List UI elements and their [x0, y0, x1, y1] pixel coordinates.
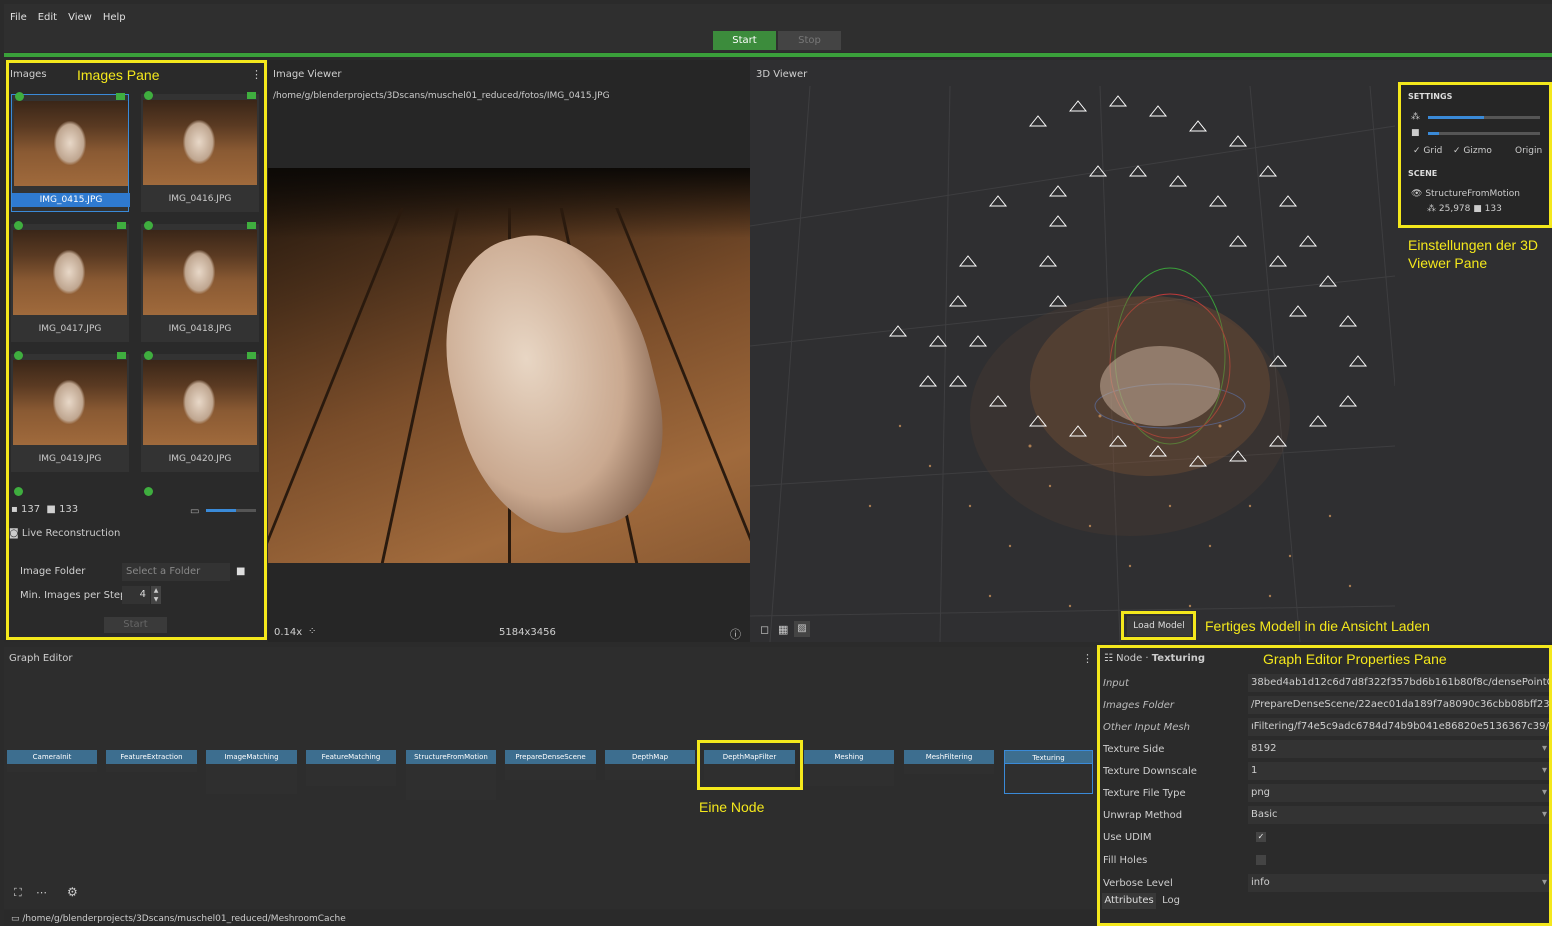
- fit-view-icon[interactable]: ⛶: [14, 886, 22, 900]
- node-body: [904, 764, 994, 774]
- graph-menu-icon[interactable]: ⋮: [1082, 652, 1093, 665]
- node-featureextraction[interactable]: FeatureExtraction: [106, 750, 197, 764]
- node-meshing[interactable]: Meshing: [804, 750, 894, 764]
- pointcloud-view-icon[interactable]: ▨: [794, 621, 810, 637]
- load-model-annotation: Fertiges Modell in die Ansicht Laden: [1205, 618, 1430, 634]
- node-preparedensescene[interactable]: PrepareDenseScene: [505, 750, 596, 764]
- node-highlight: [697, 740, 803, 790]
- camera-view-icon[interactable]: ◻: [760, 623, 769, 636]
- images-pane-highlight: [6, 60, 267, 640]
- zoom-level: 0.14x: [274, 627, 303, 638]
- node-imagematching[interactable]: ImageMatching: [206, 750, 297, 764]
- metadata-icon[interactable]: ⁘: [308, 626, 316, 637]
- image-resolution: 5184x3456: [499, 627, 556, 638]
- stop-button[interactable]: Stop: [778, 31, 841, 50]
- node-body: [106, 764, 197, 772]
- settings-highlight: [1398, 82, 1552, 228]
- viewer-3d-canvas[interactable]: [750, 86, 1395, 642]
- menu-edit[interactable]: Edit: [38, 12, 57, 23]
- cache-path: ▭ /home/g/blenderprojects/3Dscans/musche…: [11, 914, 346, 924]
- graph-editor-title: Graph Editor: [9, 653, 73, 664]
- grid-view-icon[interactable]: ▦: [778, 623, 788, 636]
- progress-bar: [4, 53, 1552, 57]
- node-body: [7, 764, 97, 772]
- shell-image: [419, 213, 687, 553]
- image-viewer-title: Image Viewer: [273, 69, 342, 80]
- node-body: [1004, 764, 1093, 794]
- node-body: [605, 764, 695, 780]
- gear-icon[interactable]: ⚙: [67, 885, 78, 899]
- folder-icon: ▭: [11, 914, 20, 924]
- info-icon[interactable]: ⓘ: [730, 626, 741, 642]
- node-texturing[interactable]: Texturing: [1004, 750, 1093, 764]
- viewer-3d-title: 3D Viewer: [756, 69, 808, 80]
- node-body: [206, 764, 297, 794]
- node-featurematching[interactable]: FeatureMatching: [306, 750, 396, 764]
- menu-file[interactable]: File: [10, 12, 27, 23]
- node-annotation: Eine Node: [699, 799, 765, 815]
- node-camerainit[interactable]: CameraInit: [7, 750, 97, 764]
- settings-annotation: Einstellungen der 3D Viewer Pane: [1408, 237, 1538, 271]
- node-body: [306, 764, 396, 786]
- node-meshfiltering[interactable]: MeshFiltering: [904, 750, 994, 764]
- node-body: [804, 764, 894, 786]
- image-display[interactable]: [268, 168, 750, 563]
- more-icon[interactable]: ⋯: [36, 886, 47, 899]
- node-structurefrommotion[interactable]: StructureFromMotion: [406, 750, 496, 764]
- node-depthmap[interactable]: DepthMap: [605, 750, 695, 764]
- menu-help[interactable]: Help: [103, 12, 126, 23]
- start-button[interactable]: Start: [713, 31, 776, 50]
- menu-bar: File Edit View Help: [4, 4, 1552, 30]
- properties-highlight: [1097, 645, 1552, 926]
- node-body: [406, 764, 496, 800]
- image-path: /home/g/blenderprojects/3Dscans/muschel0…: [273, 91, 610, 101]
- menu-view[interactable]: View: [68, 12, 92, 23]
- node-body: [505, 764, 596, 780]
- load-model-highlight: [1121, 611, 1196, 640]
